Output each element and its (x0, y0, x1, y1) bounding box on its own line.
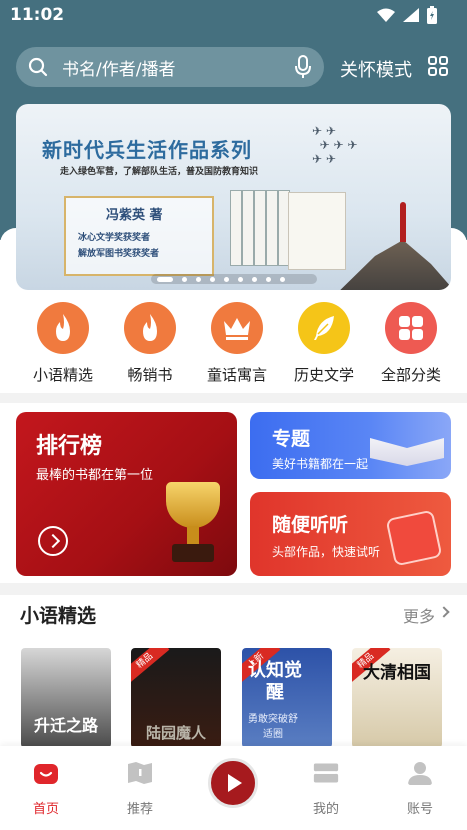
jets-icon: ✈ ✈ ✈ ✈ ✈ ✈ ✈ (312, 124, 358, 166)
search-icon (28, 57, 48, 77)
book-cover[interactable]: 升迁之路 (21, 648, 111, 748)
banner-subtitle: 走入绿色军营，了解部队生活，普及国防教育知识 (60, 167, 259, 177)
nav-account[interactable]: 账号 (390, 760, 450, 817)
nav-label: 首页 (32, 802, 59, 817)
nav-mine[interactable]: 我的 (296, 760, 356, 817)
signal-icon (403, 8, 419, 22)
award-panel: 冯紫英 著 冰心文学奖获奖者 解放军图书奖获奖者 (64, 196, 214, 276)
crown-icon (211, 302, 263, 354)
carousel-indicator (151, 274, 317, 284)
nav-home[interactable]: 首页 (16, 760, 76, 817)
user-icon (408, 762, 432, 785)
care-mode-button[interactable]: 关怀模式 (340, 56, 412, 82)
ranking-card[interactable]: 排行榜 最棒的书都在第一位 (16, 412, 237, 576)
category-label: 童话寓言 (206, 366, 267, 384)
book-tag: 精品 (131, 648, 170, 684)
apps-icon (385, 302, 437, 354)
play-button[interactable] (208, 758, 258, 808)
book-cover[interactable]: 精品 陆园魔人 (131, 648, 221, 748)
grid-menu-icon[interactable] (428, 56, 448, 76)
book-cover-title: 陆园魔人 (145, 724, 206, 742)
search-placeholder: 书名/作者/播者 (62, 59, 176, 80)
book-cover-title: 大清相国 (363, 663, 431, 683)
trophy-icon (166, 482, 220, 528)
book-cover[interactable]: 精品 大清相国 (352, 648, 442, 748)
book-set-image (230, 190, 346, 272)
arrow-right-icon[interactable] (38, 526, 68, 556)
ranking-title: 排行榜 (36, 434, 103, 459)
section-divider (0, 583, 467, 595)
more-link[interactable]: 更多 (403, 603, 435, 627)
status-time: 11:02 (10, 5, 65, 25)
category-label: 全部分类 (380, 366, 441, 384)
category-fairy-tale[interactable]: 童话寓言 (197, 302, 277, 385)
book-cover[interactable]: 上新 认知觉醒 勇敢突破舒适圈 (242, 648, 332, 748)
category-xiaoyu[interactable]: 小语精选 (23, 302, 103, 385)
bottom-nav: 首页 推荐 我的 账号 (0, 746, 467, 830)
status-bar: 11:02 (0, 0, 467, 32)
bookshelf-icon (313, 763, 339, 783)
listen-subtitle: 头部作品，快速试听 (272, 545, 381, 559)
trophy-base (172, 544, 214, 562)
promo-banner[interactable]: 新时代兵生活作品系列 走入绿色军营，了解部队生活，普及国防教育知识 ✈ ✈ ✈ … (16, 104, 451, 290)
trophy-stem (187, 526, 199, 546)
nav-recommend[interactable]: 推荐 (110, 760, 170, 817)
book-cover-subtitle: 勇敢突破舒适圈 (248, 714, 298, 740)
wifi-icon (377, 8, 395, 22)
soldier-figure (400, 202, 406, 242)
topic-title: 专题 (272, 428, 311, 450)
category-label: 小语精选 (32, 366, 93, 384)
section-title: 小语精选 (20, 605, 97, 627)
banner-award-1: 冰心文学奖获奖者 (78, 233, 151, 243)
status-icons (377, 6, 437, 24)
banner-title: 新时代兵生活作品系列 (42, 138, 252, 162)
ranking-subtitle: 最棒的书都在第一位 (36, 468, 154, 483)
section-divider (0, 393, 467, 403)
microphone-icon[interactable] (294, 55, 312, 79)
map-book-icon (128, 762, 152, 784)
nav-label: 账号 (406, 802, 433, 817)
nav-label: 我的 (312, 802, 339, 817)
topic-subtitle: 美好书籍都在一起 (272, 457, 369, 471)
category-all[interactable]: 全部分类 (371, 302, 451, 385)
nav-label: 推荐 (126, 802, 153, 817)
banner-author: 冯紫英 著 (106, 208, 163, 223)
banner-award-2: 解放军图书奖获奖者 (78, 249, 160, 259)
search-input[interactable]: 书名/作者/播者 (16, 47, 324, 87)
gift-icon (385, 509, 443, 567)
book-cover-title: 认知觉醒 (248, 660, 302, 703)
category-label: 畅销书 (127, 366, 173, 384)
category-bestseller[interactable]: 畅销书 (110, 302, 190, 385)
category-history[interactable]: 历史文学 (284, 302, 364, 385)
flame-icon (124, 302, 176, 354)
listen-card[interactable]: 随便听听 头部作品，快速试听 (250, 492, 451, 576)
category-label: 历史文学 (293, 366, 354, 384)
feather-icon (298, 302, 350, 354)
open-book-icon (370, 438, 444, 466)
flame-icon (37, 302, 89, 354)
home-icon (34, 764, 58, 784)
book-cover-title: 升迁之路 (33, 716, 98, 735)
battery-icon (427, 6, 437, 24)
topic-card[interactable]: 专题 美好书籍都在一起 (250, 412, 451, 479)
listen-title: 随便听听 (272, 514, 349, 536)
